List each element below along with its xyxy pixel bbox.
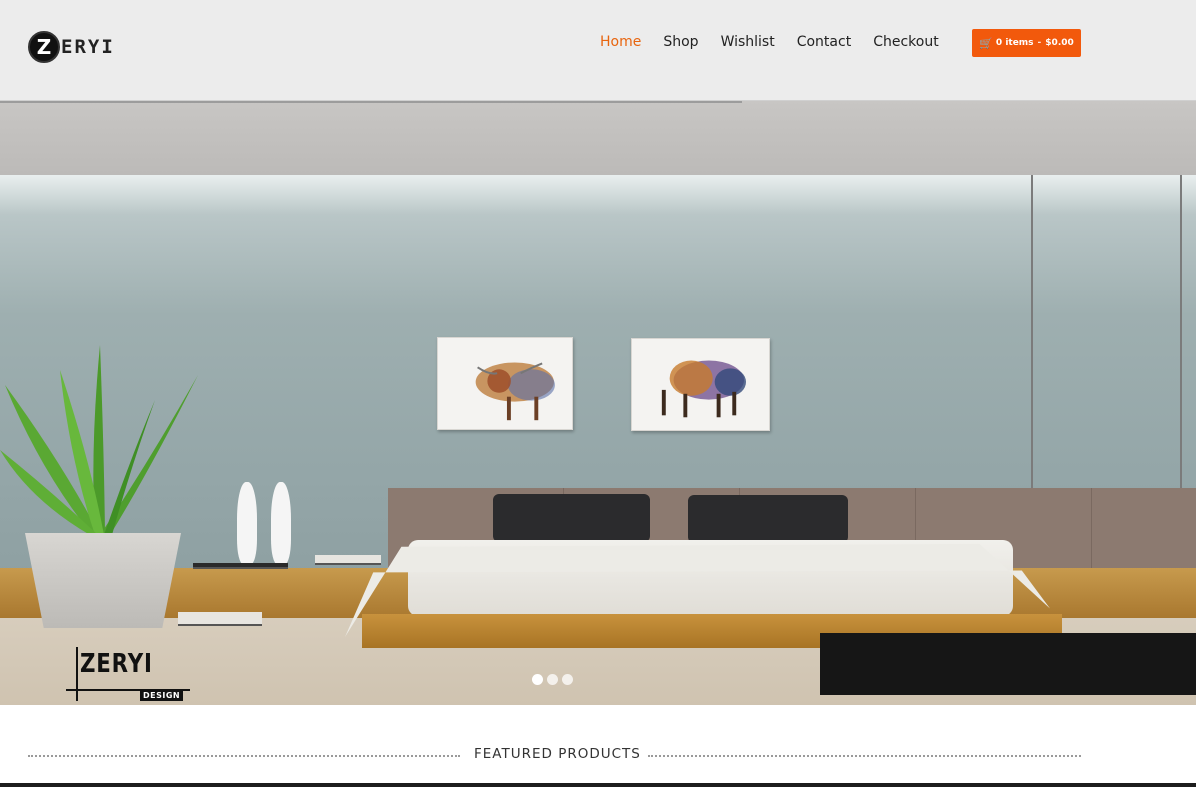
brand-watermark: ZERYI DESIGN <box>66 645 194 703</box>
lamp-wire <box>1180 175 1182 495</box>
plant-icon <box>0 345 198 535</box>
nav-home[interactable]: Home <box>600 34 641 50</box>
bottom-bar <box>0 783 1196 787</box>
slider-dots <box>532 674 577 685</box>
hero-ceiling <box>0 100 1196 175</box>
logo-text: ERYI <box>61 36 115 58</box>
bison-painting <box>631 338 770 431</box>
divider <box>28 755 460 757</box>
nav-shop[interactable]: Shop <box>663 34 698 50</box>
vase <box>237 482 257 564</box>
bull-painting <box>437 337 573 430</box>
books <box>178 612 262 626</box>
lamp-wire <box>1031 175 1033 495</box>
featured-section: FEATURED PRODUCTS <box>0 705 1196 787</box>
slide-progress-bar <box>0 100 742 103</box>
pillow <box>688 495 848 543</box>
rug <box>820 633 1196 695</box>
nav-wishlist[interactable]: Wishlist <box>721 34 775 50</box>
slider-dot-2[interactable] <box>547 674 558 685</box>
slider-dot-3[interactable] <box>562 674 573 685</box>
main-nav: Home Shop Wishlist Contact Checkout <box>600 34 961 50</box>
planter <box>25 533 181 628</box>
nav-checkout[interactable]: Checkout <box>873 34 939 50</box>
cart-button[interactable]: 🛒 0 items - $0.00 <box>972 29 1081 57</box>
vase <box>271 482 291 564</box>
books <box>315 555 381 565</box>
tray <box>193 563 288 569</box>
nav-contact[interactable]: Contact <box>797 34 851 50</box>
cart-separator: - <box>1037 38 1042 48</box>
logo-mark: Z <box>28 31 60 63</box>
cart-items: 0 items <box>995 38 1034 48</box>
site-header: Z ERYI Home Shop Wishlist Contact Checko… <box>0 0 1196 100</box>
slider-dot-1[interactable] <box>532 674 543 685</box>
brand-sub: DESIGN <box>140 690 184 701</box>
hero-slider[interactable]: ZERYI DESIGN <box>0 100 1196 705</box>
featured-title: FEATURED PRODUCTS <box>474 746 641 762</box>
cart-total: $0.00 <box>1045 38 1074 48</box>
brand-word: ZERYI <box>80 649 153 679</box>
site-logo[interactable]: Z ERYI <box>28 30 115 64</box>
divider <box>648 755 1081 757</box>
pillow <box>493 494 650 542</box>
cart-icon: 🛒 <box>979 36 993 50</box>
